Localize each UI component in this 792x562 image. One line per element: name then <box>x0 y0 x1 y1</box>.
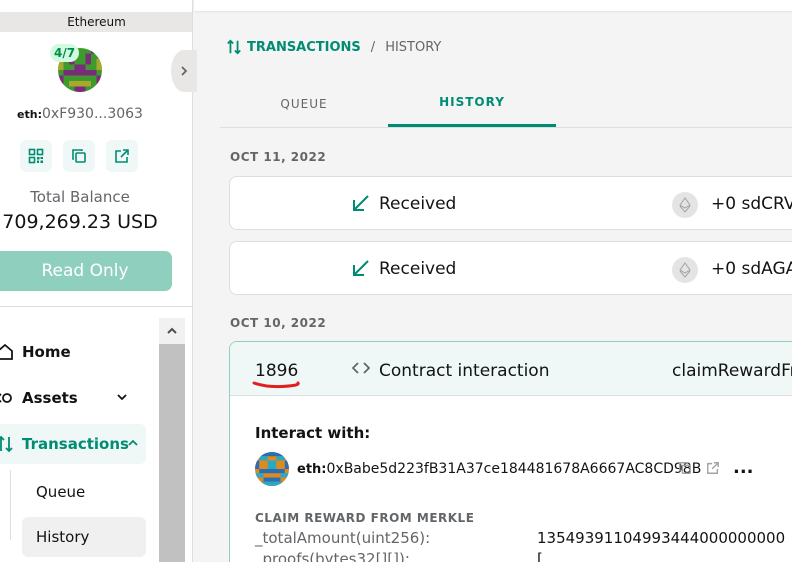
interact-with-label: Interact with: <box>255 424 371 442</box>
tab-queue[interactable]: QUEUE <box>220 80 388 127</box>
transaction-amount: +0 sdAGAC <box>711 259 792 279</box>
sidebar: Ethereum 4/7 eth:0xF930...3063 Total Bal… <box>0 0 193 562</box>
copy-icon <box>72 149 86 163</box>
safe-address[interactable]: eth:0xF930...3063 <box>0 106 160 122</box>
home-icon <box>0 343 22 361</box>
sidebar-item-home[interactable]: Home <box>0 332 71 372</box>
transactions-icon <box>227 39 241 55</box>
network-label: Ethereum <box>0 12 192 32</box>
transaction-row[interactable]: Received +0 sdCRVC <box>229 176 792 230</box>
received-icon <box>352 258 370 282</box>
transaction-type: Received <box>379 259 457 279</box>
transaction-type: Contract interaction <box>379 361 550 381</box>
sidebar-item-assets[interactable]: Assets <box>0 378 127 418</box>
assets-icon <box>0 389 22 407</box>
open-explorer-button[interactable] <box>106 140 138 172</box>
copy-address-button[interactable] <box>63 140 95 172</box>
param-value: [ <box>537 550 543 562</box>
more-options-button[interactable]: ... <box>733 457 754 478</box>
param-name: _totalAmount(uint256): <box>255 529 431 547</box>
sidebar-item-transactions[interactable]: Transactions <box>0 424 146 464</box>
breadcrumb: TRANSACTIONS / HISTORY <box>226 39 441 55</box>
external-link-icon[interactable] <box>706 461 720 479</box>
breadcrumb-section: TRANSACTIONS <box>247 39 361 55</box>
transaction-row[interactable]: Received +0 sdAGAC <box>229 241 792 295</box>
red-underline-annotation <box>252 381 300 389</box>
address-actions <box>20 140 138 172</box>
chevron-up-icon <box>127 435 139 453</box>
transaction-method: claimRewardFro <box>672 361 792 381</box>
copy-icon[interactable] <box>678 461 692 479</box>
sidebar-top-strip <box>0 0 192 12</box>
address-prefix: eth: <box>297 462 327 477</box>
threshold-badge: 4/7 <box>50 44 80 62</box>
main-content: TRANSACTIONS / HISTORY QUEUE HISTORY OCT… <box>194 0 792 562</box>
sidebar-subitem-history[interactable]: History <box>22 517 146 557</box>
expanded-transaction: 1896 Contract interaction claimRewardFro… <box>229 341 792 562</box>
external-link-icon <box>115 149 129 163</box>
transaction-nonce: 1896 <box>255 361 299 381</box>
param-value: 13549391104993444000000000 <box>537 529 786 547</box>
transactions-icon <box>0 435 22 453</box>
param-name: _proofs(bytes32[][]): <box>255 550 410 562</box>
chevron-right-icon <box>181 66 188 76</box>
date-label: OCT 10, 2022 <box>230 316 327 330</box>
sidebar-subitem-queue[interactable]: Queue <box>22 472 146 512</box>
qr-code-icon <box>28 148 44 164</box>
transaction-amount: +0 sdCRVC <box>711 194 792 214</box>
chevron-up-icon <box>167 327 177 334</box>
contract-address[interactable]: eth:0xBabe5d223fB31A37ce184481678A6667AC… <box>297 461 701 477</box>
read-only-button[interactable]: Read Only <box>0 251 172 291</box>
address-value: 0xBabe5d223fB31A37ce184481678A6667AC8CD9… <box>326 461 702 477</box>
date-label: OCT 11, 2022 <box>230 150 327 164</box>
address-value: 0xF930...3063 <box>42 106 143 122</box>
transaction-type: Received <box>379 194 457 214</box>
sidebar-item-label: Transactions <box>22 435 129 453</box>
ethereum-token-icon <box>672 257 698 283</box>
address-prefix: eth: <box>17 108 42 121</box>
ethereum-token-icon <box>672 192 698 218</box>
chevron-down-icon <box>116 389 128 407</box>
breadcrumb-transactions[interactable]: TRANSACTIONS <box>226 39 361 55</box>
sidebar-item-label: Home <box>22 343 71 361</box>
sidebar-scrollbar[interactable] <box>159 318 185 562</box>
qr-code-button[interactable] <box>20 140 52 172</box>
tab-history[interactable]: HISTORY <box>388 80 556 127</box>
scroll-up-arrow[interactable] <box>159 318 185 344</box>
breadcrumb-current: HISTORY <box>385 39 442 55</box>
code-icon <box>351 361 371 379</box>
sidebar-item-label: Assets <box>22 389 78 407</box>
total-balance-value: 709,269.23 USD <box>2 211 158 233</box>
sidebar-divider <box>0 306 192 307</box>
contract-avatar <box>255 452 289 486</box>
subnav-line <box>10 470 11 540</box>
method-title: CLAIM REWARD FROM MERKLE <box>255 511 475 525</box>
expanded-transaction-header[interactable]: 1896 Contract interaction claimRewardFro <box>230 342 792 396</box>
contract-identicon <box>255 452 289 486</box>
tabs: QUEUE HISTORY <box>220 80 792 128</box>
total-balance-label: Total Balance <box>30 188 130 206</box>
received-icon <box>352 193 370 217</box>
breadcrumb-separator: / <box>370 39 376 55</box>
